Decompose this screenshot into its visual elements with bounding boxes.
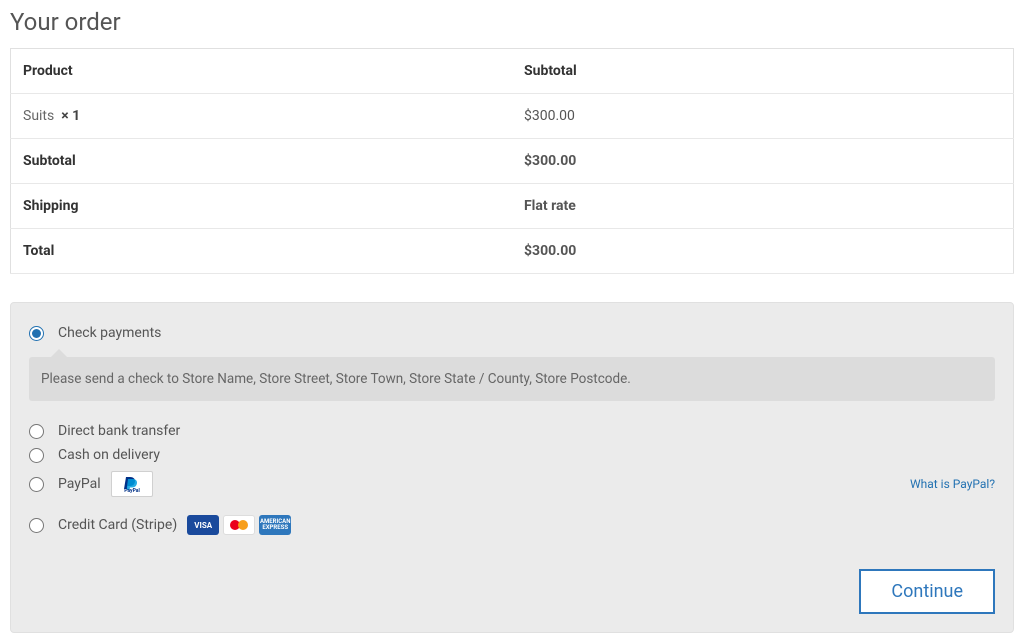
label-bank-transfer[interactable]: Direct bank transfer <box>58 423 180 439</box>
table-row: Shipping Flat rate <box>11 184 1014 229</box>
product-cell: Suits × 1 <box>11 94 513 139</box>
svg-text:PayPal: PayPal <box>124 488 140 493</box>
subtotal-value: $300.00 <box>512 139 1014 184</box>
amex-icon: AMERICAN EXPRESS <box>259 515 291 535</box>
subtotal-label: Subtotal <box>11 139 513 184</box>
radio-cash-on-delivery[interactable] <box>29 448 44 463</box>
card-icons-group: VISA AMERICAN EXPRESS <box>187 515 291 535</box>
mastercard-icon <box>223 515 255 535</box>
payment-option-cod[interactable]: Cash on delivery <box>29 443 995 467</box>
total-label: Total <box>11 229 513 274</box>
product-subtotal: $300.00 <box>512 94 1014 139</box>
total-value: $300.00 <box>512 229 1014 274</box>
payment-option-paypal[interactable]: PayPal PayPal <box>29 467 153 501</box>
shipping-value: Flat rate <box>512 184 1014 229</box>
what-is-paypal-link[interactable]: What is PayPal? <box>910 477 995 491</box>
label-credit-card-stripe[interactable]: Credit Card (Stripe) VISA AMERICAN EXPRE… <box>58 515 291 535</box>
order-table: Product Subtotal Suits × 1 $300.00 Subto… <box>10 48 1014 274</box>
label-paypal[interactable]: PayPal PayPal <box>58 471 153 497</box>
continue-button[interactable]: Continue <box>859 569 995 614</box>
label-check-payments[interactable]: Check payments <box>58 325 161 341</box>
paypal-logo-icon: PayPal <box>111 471 153 497</box>
table-row: Subtotal $300.00 <box>11 139 1014 184</box>
col-subtotal: Subtotal <box>512 49 1014 94</box>
stripe-text: Credit Card (Stripe) <box>58 517 177 533</box>
table-row: Suits × 1 $300.00 <box>11 94 1014 139</box>
check-payments-description: Please send a check to Store Name, Store… <box>29 357 995 401</box>
radio-bank-transfer[interactable] <box>29 424 44 439</box>
label-cash-on-delivery[interactable]: Cash on delivery <box>58 447 160 463</box>
product-qty: × 1 <box>61 108 80 124</box>
visa-icon: VISA <box>187 515 219 535</box>
payment-option-stripe[interactable]: Credit Card (Stripe) VISA AMERICAN EXPRE… <box>29 511 995 539</box>
payment-option-bank[interactable]: Direct bank transfer <box>29 419 995 443</box>
radio-check-payments[interactable] <box>29 326 44 341</box>
page-title: Your order <box>10 8 1014 36</box>
product-name: Suits <box>23 108 54 124</box>
table-row: Total $300.00 <box>11 229 1014 274</box>
payment-methods-panel: Check payments Please send a check to St… <box>10 302 1014 633</box>
payment-option-check[interactable]: Check payments <box>29 321 995 345</box>
radio-credit-card-stripe[interactable] <box>29 518 44 533</box>
col-product: Product <box>11 49 513 94</box>
shipping-label: Shipping <box>11 184 513 229</box>
paypal-text: PayPal <box>58 476 101 492</box>
radio-paypal[interactable] <box>29 477 44 492</box>
